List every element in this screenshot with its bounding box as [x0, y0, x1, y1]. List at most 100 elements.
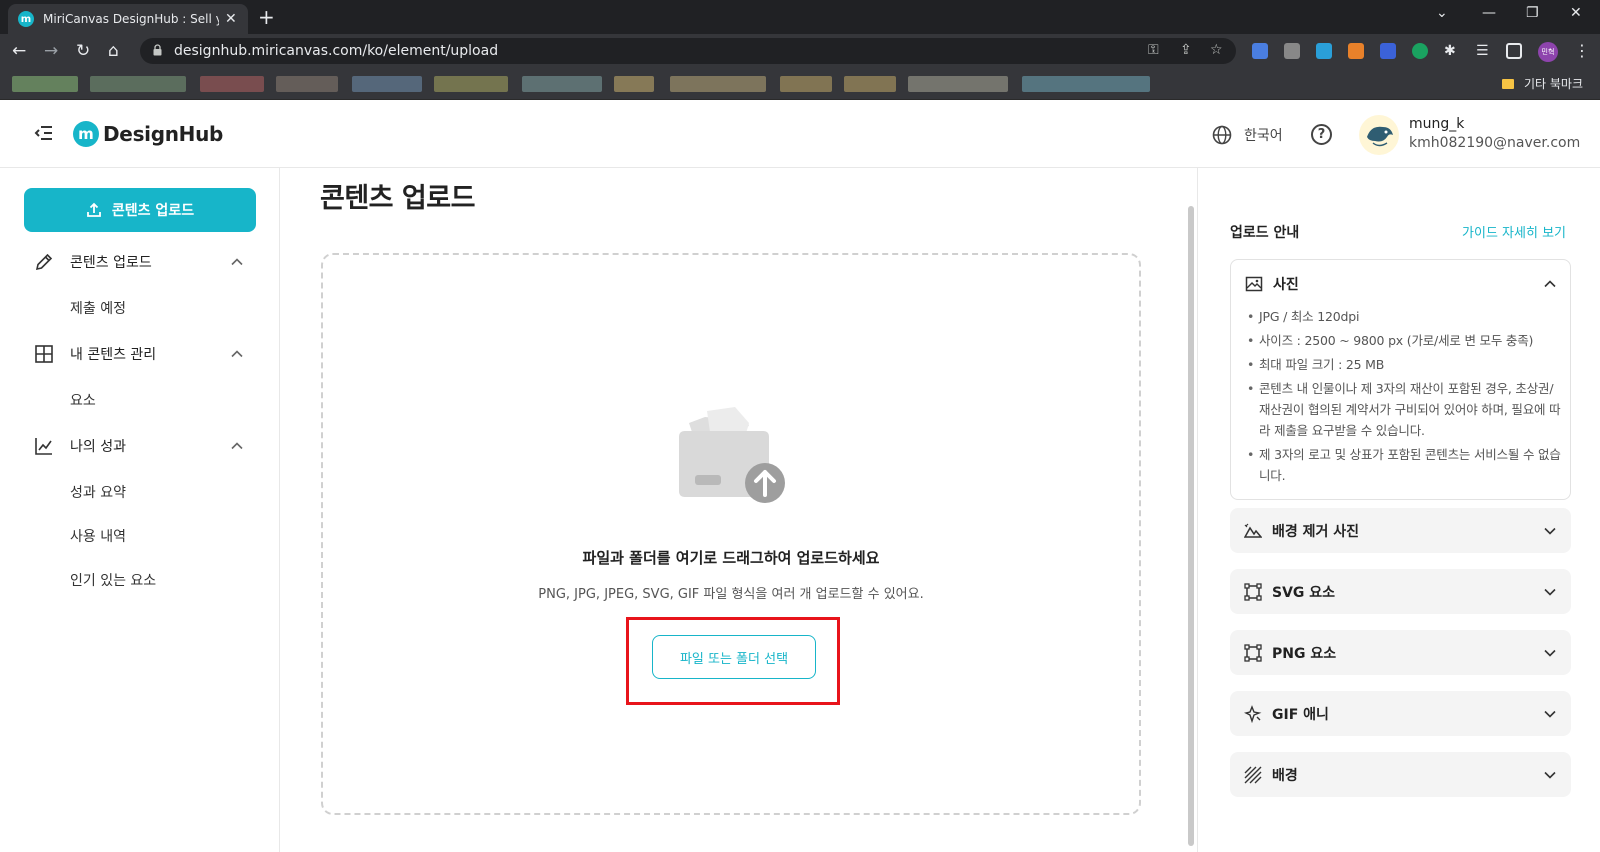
extension-icon[interactable] [1284, 43, 1300, 59]
minimize-icon[interactable]: — [1482, 5, 1496, 21]
sidebar-group-label: 콘텐츠 업로드 [70, 255, 152, 271]
sidebar-item-pending[interactable]: 제출 예정 [70, 298, 126, 318]
browser-tab[interactable]: m MiriCanvas DesignHub : Sell your ✕ [8, 4, 248, 34]
list-item: JPG / 최소 120dpi [1245, 306, 1563, 327]
guide-section-gif[interactable]: GIF 애니 [1230, 691, 1571, 736]
user-email: kmh082190@naver.com [1409, 135, 1581, 151]
sidebar-item-usage[interactable]: 사용 내역 [70, 526, 126, 546]
chevron-down-icon[interactable] [1543, 646, 1557, 660]
scrollbar[interactable] [1188, 206, 1194, 846]
upload-dropzone[interactable]: 파일과 폴더를 여기로 드래그하여 업로드하세요 PNG, JPG, JPEG,… [321, 253, 1141, 815]
reading-list-icon[interactable]: ☰ [1476, 43, 1492, 59]
app-header: m DesignHub 한국어 ? mung_k kmh082190@naver… [0, 101, 1600, 168]
guide-section-header[interactable]: 사진 [1245, 274, 1557, 294]
chart-icon [35, 438, 52, 455]
avatar[interactable] [1359, 115, 1399, 155]
sidebar-item-summary[interactable]: 성과 요약 [70, 482, 126, 502]
tab-search-icon[interactable]: ⌄ [1436, 5, 1448, 21]
pattern-icon [1244, 766, 1262, 783]
dropzone-title: 파일과 폴더를 여기로 드래그하여 업로드하세요 [582, 549, 880, 567]
folder-icon [1502, 78, 1514, 89]
window-close-icon[interactable]: ✕ [1570, 5, 1582, 21]
share-icon[interactable]: ⇪ [1180, 42, 1192, 58]
globe-icon[interactable] [1212, 125, 1232, 145]
language-selector[interactable]: 한국어 [1244, 125, 1283, 145]
tab-title: MiriCanvas DesignHub : Sell your [43, 12, 219, 26]
bookmark-item[interactable] [908, 76, 1008, 92]
list-item: 제 3자의 로고 및 상표가 포함된 콘텐츠는 서비스될 수 없습니다. [1245, 444, 1563, 486]
bookmark-item[interactable] [780, 76, 832, 92]
user-name: mung_k [1409, 116, 1465, 132]
bookmark-star-icon[interactable]: ☆ [1210, 42, 1223, 58]
extension-icon[interactable] [1412, 43, 1428, 59]
pencil-icon [35, 253, 53, 271]
sidebar-item-elements[interactable]: 요소 [70, 390, 96, 410]
chevron-up-icon[interactable] [1543, 277, 1557, 291]
content-upload-button[interactable]: 콘텐츠 업로드 [24, 188, 256, 232]
guide-section-label: SVG 요소 [1272, 584, 1336, 601]
bookmark-item[interactable] [200, 76, 264, 92]
bookmark-item[interactable] [522, 76, 602, 92]
chevron-down-icon[interactable] [1543, 524, 1557, 538]
guide-title: 업로드 안내 [1230, 225, 1300, 241]
bookmark-item[interactable] [670, 76, 766, 92]
profile-avatar[interactable]: 민혁 [1538, 42, 1558, 62]
bookmark-item[interactable] [1022, 76, 1150, 92]
forward-icon[interactable]: → [44, 41, 58, 61]
grid-icon [35, 345, 53, 363]
restore-icon[interactable]: ❐ [1526, 5, 1539, 21]
browser-tab-strip: m MiriCanvas DesignHub : Sell your ✕ + ⌄… [0, 0, 1600, 34]
reload-icon[interactable]: ↻ [76, 41, 90, 61]
guide-section-label: 사진 [1273, 277, 1299, 293]
close-tab-icon[interactable]: ✕ [225, 11, 237, 27]
bookmark-item[interactable] [614, 76, 654, 92]
sparkle-icon [1244, 704, 1262, 723]
extension-icon[interactable] [1316, 43, 1332, 59]
metamask-extension-icon[interactable] [1348, 43, 1364, 59]
address-bar[interactable]: designhub.miricanvas.com/ko/element/uplo… [140, 38, 1236, 64]
guide-section-png[interactable]: PNG 요소 [1230, 630, 1571, 675]
extension-icon[interactable] [1380, 43, 1396, 59]
url-text: designhub.miricanvas.com/ko/element/uplo… [174, 43, 499, 59]
dropzone-subtitle: PNG, JPG, JPEG, SVG, GIF 파일 형식을 여러 개 업로드… [538, 587, 924, 602]
guide-section-photo: 사진 JPG / 최소 120dpi 사이즈 : 2500 ~ 9800 px … [1230, 259, 1571, 500]
avatar-bird-icon [1367, 126, 1393, 147]
sidebar-group-performance[interactable]: 나의 성과 [34, 436, 244, 456]
key-icon[interactable]: ⚿ [1148, 42, 1159, 58]
sidebar-group-upload[interactable]: 콘텐츠 업로드 [34, 252, 244, 272]
guide-section-svg[interactable]: SVG 요소 [1230, 569, 1571, 614]
logo-text: DesignHub [103, 122, 224, 146]
guide-section-bg-removed[interactable]: 배경 제거 사진 [1230, 508, 1571, 553]
mountain-icon [1244, 523, 1262, 538]
back-icon[interactable]: ← [12, 41, 26, 61]
main-content: 콘텐츠 업로드 파일과 폴더를 여기로 드래그하여 업로드하세요 PNG, JP… [280, 168, 1196, 852]
bookmark-item[interactable] [434, 76, 508, 92]
photo-rules-list: JPG / 최소 120dpi 사이즈 : 2500 ~ 9800 px (가로… [1245, 306, 1563, 489]
sidebar-item-popular[interactable]: 인기 있는 요소 [70, 570, 156, 590]
puzzle-extensions-icon[interactable]: ✱ [1444, 43, 1460, 59]
chevron-up-icon[interactable] [230, 347, 244, 361]
home-icon[interactable]: ⌂ [108, 41, 119, 61]
side-panel-icon[interactable] [1506, 43, 1522, 59]
chevron-up-icon[interactable] [230, 439, 244, 453]
bookmark-item[interactable] [90, 76, 186, 92]
bookmark-item[interactable] [12, 76, 78, 92]
help-icon[interactable]: ? [1311, 124, 1332, 145]
other-bookmarks[interactable]: 기타 북마크 [1502, 75, 1583, 92]
chevron-down-icon[interactable] [1543, 585, 1557, 599]
bookmark-item[interactable] [352, 76, 422, 92]
chevron-up-icon[interactable] [230, 255, 244, 269]
guide-details-link[interactable]: 가이드 자세히 보기 [1462, 222, 1566, 241]
chevron-down-icon[interactable] [1543, 768, 1557, 782]
list-item: 사이즈 : 2500 ~ 9800 px (가로/세로 변 모두 충족) [1245, 330, 1563, 351]
designhub-logo[interactable]: m DesignHub [73, 121, 223, 147]
guide-section-background[interactable]: 배경 [1230, 752, 1571, 797]
menu-collapse-icon[interactable] [34, 123, 54, 143]
bookmark-item[interactable] [276, 76, 338, 92]
chevron-down-icon[interactable] [1543, 707, 1557, 721]
translate-extension-icon[interactable] [1252, 43, 1268, 59]
chrome-menu-icon[interactable]: ⋮ [1574, 41, 1590, 60]
sidebar-group-my-content[interactable]: 내 콘텐츠 관리 [34, 344, 244, 364]
bookmark-item[interactable] [844, 76, 896, 92]
new-tab-icon[interactable]: + [258, 5, 275, 29]
